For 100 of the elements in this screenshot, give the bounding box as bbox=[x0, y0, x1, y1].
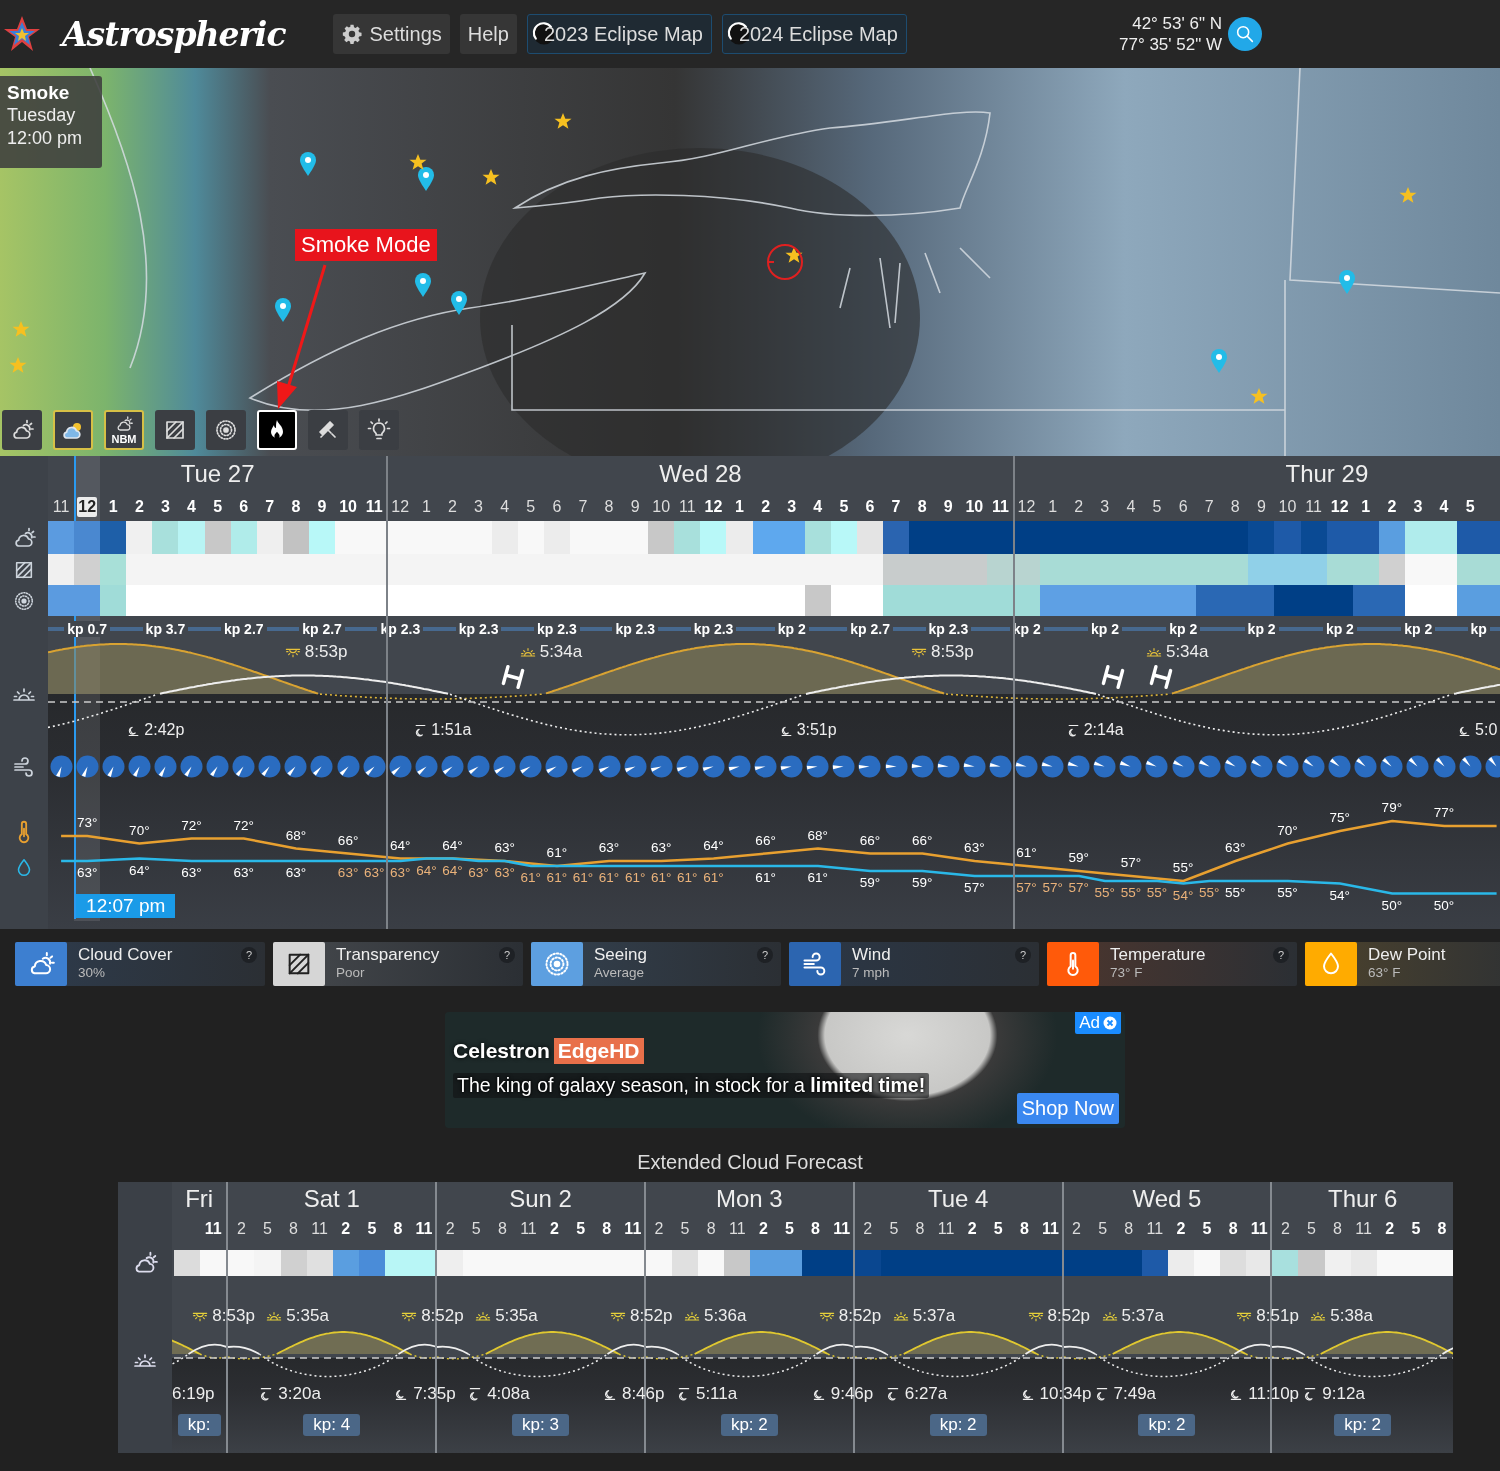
moonrise-time: 7:35p bbox=[413, 1384, 456, 1404]
hour-label: 12 bbox=[77, 496, 98, 517]
day-label: Wed 5 bbox=[1132, 1185, 1202, 1213]
hour-label: 6 bbox=[864, 496, 876, 517]
wind-direction-icon bbox=[1432, 755, 1456, 778]
product-name: EdgeHD bbox=[553, 1038, 644, 1064]
help-button[interactable]: ? bbox=[757, 947, 773, 963]
temperature-label: 64° bbox=[390, 837, 411, 853]
wind-direction-icon bbox=[493, 755, 517, 778]
wind-direction-icon bbox=[936, 755, 960, 778]
wind-direction-icon bbox=[388, 755, 412, 778]
sunrise-time: 5:36a bbox=[703, 1306, 747, 1326]
light-bulb-icon bbox=[367, 418, 391, 442]
map-layer-button[interactable] bbox=[155, 410, 195, 450]
wind-direction-icon bbox=[180, 755, 203, 778]
location-pin-icon[interactable] bbox=[299, 151, 317, 177]
hour-label: 2 bbox=[760, 496, 772, 517]
wind-direction-icon bbox=[858, 755, 882, 778]
hour-label: 8 bbox=[603, 496, 615, 517]
nav-button[interactable]: 2023 Eclipse Map bbox=[526, 14, 712, 54]
star-icon[interactable] bbox=[554, 112, 572, 130]
dew-point-label: 55° bbox=[1225, 885, 1246, 900]
map-layer-button[interactable] bbox=[359, 410, 399, 450]
wind-direction-icon bbox=[597, 755, 621, 778]
moonrise-time: 2:42p bbox=[144, 721, 185, 739]
wind-direction-icon bbox=[1458, 755, 1482, 778]
temperature-label: 61° bbox=[546, 845, 568, 860]
star-icon[interactable] bbox=[9, 356, 27, 374]
star-icon[interactable] bbox=[12, 320, 30, 338]
temperature-label: 66° bbox=[859, 832, 881, 848]
location-pin-icon[interactable] bbox=[450, 290, 468, 316]
hour-label: 11 bbox=[678, 496, 697, 517]
moonset-time: 1:51a bbox=[431, 721, 472, 739]
sunrise-time: 5:35a bbox=[495, 1306, 538, 1326]
shop-now-button[interactable]: Shop Now bbox=[1016, 1093, 1119, 1124]
day-label: Tue 27 bbox=[180, 460, 255, 488]
kp-index-label: kp: 2 bbox=[1138, 1414, 1196, 1436]
hour-label: 8 bbox=[392, 1219, 404, 1239]
temperature-label: 66° bbox=[755, 832, 776, 848]
map-layer-button[interactable] bbox=[53, 410, 93, 450]
hour-label: 8 bbox=[1227, 1219, 1239, 1239]
dew-point-label: 63° bbox=[363, 865, 385, 880]
hour-label: 1 bbox=[1047, 496, 1059, 517]
help-button[interactable]: ? bbox=[241, 947, 257, 963]
star-icon[interactable] bbox=[1250, 387, 1268, 405]
temperature-label: 63° bbox=[494, 840, 515, 855]
star-icon[interactable] bbox=[785, 246, 803, 264]
location-pin-icon[interactable] bbox=[417, 166, 435, 192]
location-pin-icon[interactable] bbox=[414, 272, 432, 298]
seeing-icon bbox=[214, 418, 238, 442]
dew-point-label: 55° bbox=[1120, 885, 1142, 900]
hour-label: 3 bbox=[786, 496, 798, 517]
layer-time: 12:00 pm bbox=[7, 127, 84, 150]
nav-button[interactable]: Help bbox=[459, 14, 517, 54]
hour-label: 2 bbox=[1386, 496, 1398, 517]
dew-point-label: 57° bbox=[1068, 880, 1089, 895]
sunrise-time: 5:35a bbox=[286, 1306, 329, 1326]
dew-point-label: 61° bbox=[807, 870, 828, 885]
nav-button[interactable]: Settings bbox=[333, 14, 450, 54]
hour-label: 11 bbox=[364, 496, 384, 517]
temperature-label: 68° bbox=[285, 827, 307, 843]
wind-direction-icon bbox=[1119, 755, 1143, 778]
map-layer-button[interactable] bbox=[2, 410, 42, 450]
wind-direction-icon bbox=[884, 755, 908, 778]
hour-label: 5 bbox=[262, 1219, 273, 1239]
wind-direction-icon bbox=[1041, 755, 1065, 778]
hour-label: 6 bbox=[238, 496, 250, 517]
sunrise-time: 5:37a bbox=[1121, 1306, 1165, 1326]
hour-label: 8 bbox=[810, 1219, 821, 1239]
star-icon[interactable] bbox=[1399, 186, 1417, 204]
help-button[interactable]: ? bbox=[1273, 947, 1289, 963]
cloud-icon bbox=[10, 418, 34, 442]
hour-label: 8 bbox=[496, 1219, 508, 1239]
wind-direction-icon bbox=[1197, 755, 1221, 778]
hour-label: 1 bbox=[1360, 496, 1372, 517]
hour-label: 11 bbox=[936, 1219, 956, 1239]
location-pin-icon[interactable] bbox=[274, 297, 292, 323]
moonrise-time: 10:34p bbox=[1039, 1384, 1092, 1404]
search-button[interactable] bbox=[1228, 17, 1262, 51]
hour-label: 11 bbox=[1354, 1219, 1373, 1239]
wind-direction-icon bbox=[675, 755, 699, 778]
star-icon[interactable] bbox=[482, 168, 500, 186]
wind-direction-icon bbox=[571, 755, 595, 778]
kp-index-label: kp 2 bbox=[1244, 621, 1279, 637]
wind-direction-icon bbox=[49, 755, 73, 778]
help-button[interactable]: ? bbox=[499, 947, 515, 963]
dew-point-label: 57° bbox=[964, 880, 985, 895]
temperature-label: 63° bbox=[598, 840, 620, 855]
temperature-label: 79° bbox=[1381, 800, 1403, 815]
map-layer-button[interactable]: NBM bbox=[104, 410, 144, 450]
map-layer-button[interactable] bbox=[308, 410, 348, 450]
help-button[interactable]: ? bbox=[1015, 947, 1031, 963]
star-icon[interactable] bbox=[409, 153, 427, 171]
hour-label: 11 bbox=[623, 1219, 643, 1239]
hour-label: 8 bbox=[1123, 1219, 1135, 1239]
day-label: Wed 28 bbox=[659, 460, 742, 488]
nav-button[interactable]: 2024 Eclipse Map bbox=[721, 14, 907, 54]
hour-label: 10 bbox=[338, 496, 358, 517]
map-layer-button[interactable] bbox=[206, 410, 246, 450]
sunset-time: 8:53p bbox=[212, 1306, 255, 1326]
